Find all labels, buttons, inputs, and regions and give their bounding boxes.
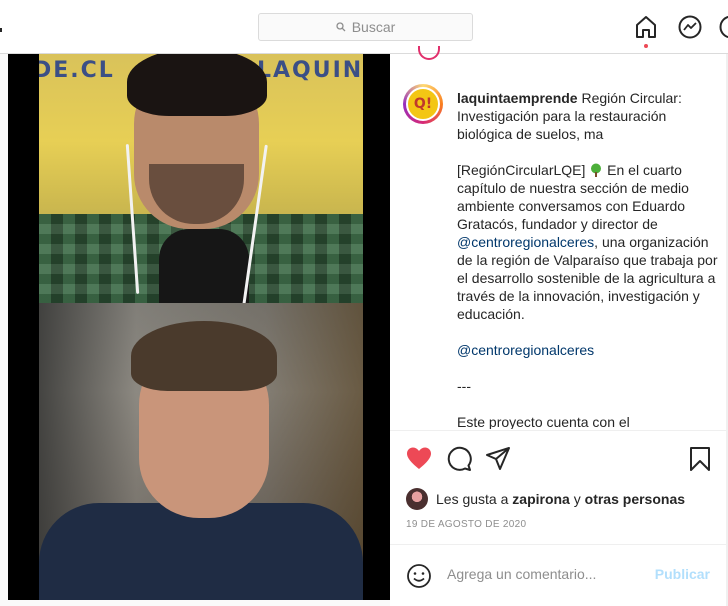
search-icon bbox=[336, 22, 346, 32]
caption-divider: --- bbox=[457, 378, 471, 394]
search-placeholder: Buscar bbox=[351, 19, 396, 35]
share-icon[interactable] bbox=[485, 446, 511, 472]
home-icon[interactable] bbox=[633, 14, 659, 40]
tree-emoji-icon bbox=[591, 163, 602, 177]
host-tshirt bbox=[159, 229, 249, 303]
mention-link-2[interactable]: @centroregionalceres bbox=[457, 342, 594, 358]
top-navigation-bar: Buscar bbox=[0, 0, 728, 54]
caption-tail: Este proyecto cuenta con el bbox=[457, 414, 630, 429]
heart-icon[interactable] bbox=[406, 446, 432, 472]
comment-input[interactable]: Agrega un comentario... bbox=[447, 566, 596, 582]
avatar[interactable]: Q! bbox=[406, 87, 440, 121]
video-pane-guest bbox=[39, 303, 363, 600]
mention-link-1[interactable]: @centroregionalceres bbox=[457, 234, 594, 250]
caption-tag: [RegiónCircularLQE] bbox=[457, 162, 586, 178]
wall-sign-right: DE.CL bbox=[39, 58, 115, 83]
avatar-text: Q! bbox=[413, 96, 433, 112]
previous-avatar-fragment bbox=[418, 46, 440, 60]
post-caption: laquintaemprende Región Circular: Invest… bbox=[457, 89, 719, 429]
caption-username[interactable]: laquintaemprende bbox=[457, 90, 578, 106]
post-date[interactable]: 19 DE AGOSTO DE 2020 bbox=[406, 519, 526, 530]
likes-others[interactable]: otras personas bbox=[585, 491, 685, 507]
comment-composer: Agrega un comentario... Publicar bbox=[390, 545, 728, 606]
guest-hair bbox=[131, 321, 277, 391]
post-detail-panel: Q! laquintaemprende Región Circular: Inv… bbox=[390, 46, 728, 606]
search-box[interactable]: Buscar bbox=[258, 13, 473, 41]
video-pane-host: DE.CL LAQUINT bbox=[39, 54, 363, 303]
publish-button[interactable]: Publicar bbox=[655, 566, 710, 582]
window-edge-mark bbox=[0, 28, 2, 32]
liker-avatar[interactable] bbox=[406, 488, 428, 510]
likes-summary: Les gusta a zapirona y otras personas bbox=[406, 488, 685, 510]
likes-and: y bbox=[573, 491, 581, 507]
comment-icon[interactable] bbox=[446, 446, 472, 472]
wall-sign-left: LAQUINT bbox=[257, 58, 363, 83]
home-active-dot bbox=[644, 44, 648, 48]
explore-icon[interactable] bbox=[718, 14, 728, 40]
divider bbox=[390, 430, 728, 431]
host-hair bbox=[127, 54, 267, 116]
emoji-icon[interactable] bbox=[406, 563, 432, 589]
likes-prefix: Les gusta a bbox=[436, 491, 509, 507]
messenger-icon[interactable] bbox=[677, 14, 703, 40]
likes-user[interactable]: zapirona bbox=[512, 491, 570, 507]
video-player[interactable]: DE.CL LAQUINT bbox=[8, 54, 390, 600]
save-bookmark-icon[interactable] bbox=[687, 446, 713, 472]
